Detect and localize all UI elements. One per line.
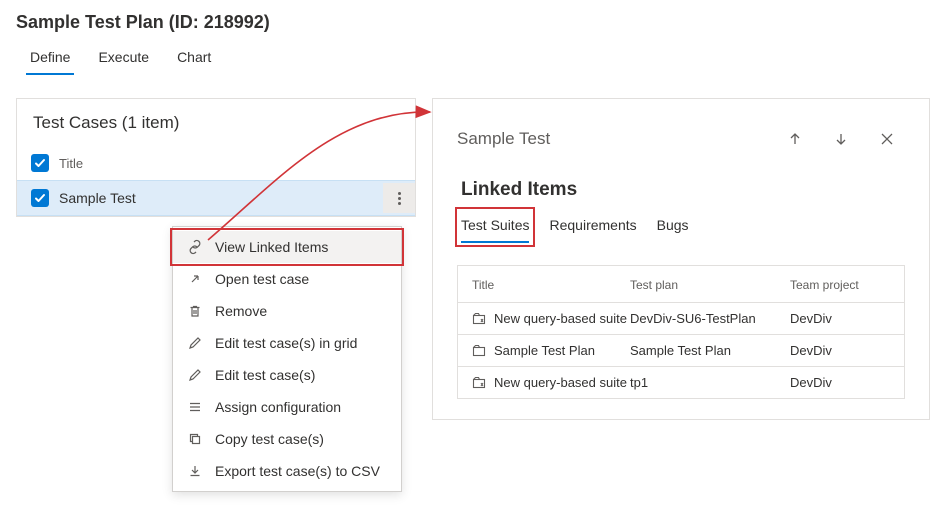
menu-label: Edit test case(s) in grid [215, 335, 357, 351]
menu-edit-test-cases[interactable]: Edit test case(s) [173, 359, 401, 391]
page-title: Sample Test Plan (ID: 218992) [0, 0, 946, 41]
menu-copy-test-cases[interactable]: Copy test case(s) [173, 423, 401, 455]
menu-label: View Linked Items [215, 239, 328, 255]
test-cases-title: Test Cases (1 item) [17, 99, 415, 145]
table-row[interactable]: New query-based suite tp1 DevDiv [458, 366, 904, 398]
row-title: Sample Test [59, 190, 373, 206]
query-suite-icon [472, 376, 486, 390]
col-title: Title [472, 278, 630, 292]
tab-bugs[interactable]: Bugs [657, 213, 689, 241]
col-plan: Test plan [630, 278, 790, 292]
menu-label: Edit test case(s) [215, 367, 315, 383]
download-icon [187, 463, 203, 479]
more-actions-button[interactable] [383, 183, 415, 213]
suite-project: DevDiv [790, 375, 890, 390]
table-row[interactable]: Sample Test [17, 180, 415, 216]
table-row[interactable]: Sample Test Plan Sample Test Plan DevDiv [458, 334, 904, 366]
linked-tabs: Test Suites Requirements Bugs [433, 205, 929, 241]
suite-plan: Sample Test Plan [630, 343, 790, 358]
tab-chart[interactable]: Chart [163, 41, 225, 75]
tab-requirements[interactable]: Requirements [549, 213, 636, 241]
list-icon [187, 399, 203, 415]
suite-plan: tp1 [630, 375, 790, 390]
linked-items-table: Title Test plan Team project New query-b… [457, 265, 905, 399]
menu-label: Assign configuration [215, 399, 341, 415]
table-header-row: Title Test plan Team project [458, 266, 904, 302]
row-checkbox[interactable] [31, 189, 49, 207]
prev-button[interactable] [777, 121, 813, 157]
query-suite-icon [472, 312, 486, 326]
tab-define[interactable]: Define [16, 41, 84, 75]
tab-test-suites[interactable]: Test Suites [461, 213, 529, 241]
tab-execute[interactable]: Execute [84, 41, 163, 75]
suite-title: New query-based suite [494, 311, 627, 326]
suite-title: Sample Test Plan [494, 343, 595, 358]
context-menu: View Linked Items Open test case Remove … [172, 226, 402, 492]
suite-project: DevDiv [790, 343, 890, 358]
suite-plan: DevDiv-SU6-TestPlan [630, 311, 790, 326]
menu-label: Copy test case(s) [215, 431, 324, 447]
menu-label: Open test case [215, 271, 309, 287]
menu-remove[interactable]: Remove [173, 295, 401, 327]
select-all-checkbox[interactable] [31, 154, 49, 172]
test-cases-panel: Test Cases (1 item) Title Sample Test [16, 98, 416, 217]
panel-title: Sample Test [457, 129, 767, 149]
menu-export-csv[interactable]: Export test case(s) to CSV [173, 455, 401, 487]
close-button[interactable] [869, 121, 905, 157]
open-icon [187, 271, 203, 287]
col-project: Team project [790, 278, 890, 292]
menu-view-linked-items[interactable]: View Linked Items [173, 231, 401, 263]
trash-icon [187, 303, 203, 319]
linked-items-heading: Linked Items [433, 169, 929, 205]
suite-title: New query-based suite [494, 375, 627, 390]
test-cases-header-row: Title [17, 145, 415, 180]
main-tabs: Define Execute Chart [0, 41, 946, 76]
column-title-header: Title [59, 156, 401, 171]
table-row[interactable]: New query-based suite DevDiv-SU6-TestPla… [458, 302, 904, 334]
menu-edit-grid[interactable]: Edit test case(s) in grid [173, 327, 401, 359]
menu-assign-configuration[interactable]: Assign configuration [173, 391, 401, 423]
link-icon [187, 239, 203, 255]
panel-header: Sample Test [433, 99, 929, 169]
copy-icon [187, 431, 203, 447]
next-button[interactable] [823, 121, 859, 157]
more-icon [398, 192, 401, 205]
pencil-icon [187, 367, 203, 383]
menu-label: Remove [215, 303, 267, 319]
static-suite-icon [472, 344, 486, 358]
menu-open-test-case[interactable]: Open test case [173, 263, 401, 295]
linked-items-panel: Sample Test Linked Items Test Suites Req… [432, 98, 930, 420]
menu-label: Export test case(s) to CSV [215, 463, 380, 479]
pencil-icon [187, 335, 203, 351]
suite-project: DevDiv [790, 311, 890, 326]
